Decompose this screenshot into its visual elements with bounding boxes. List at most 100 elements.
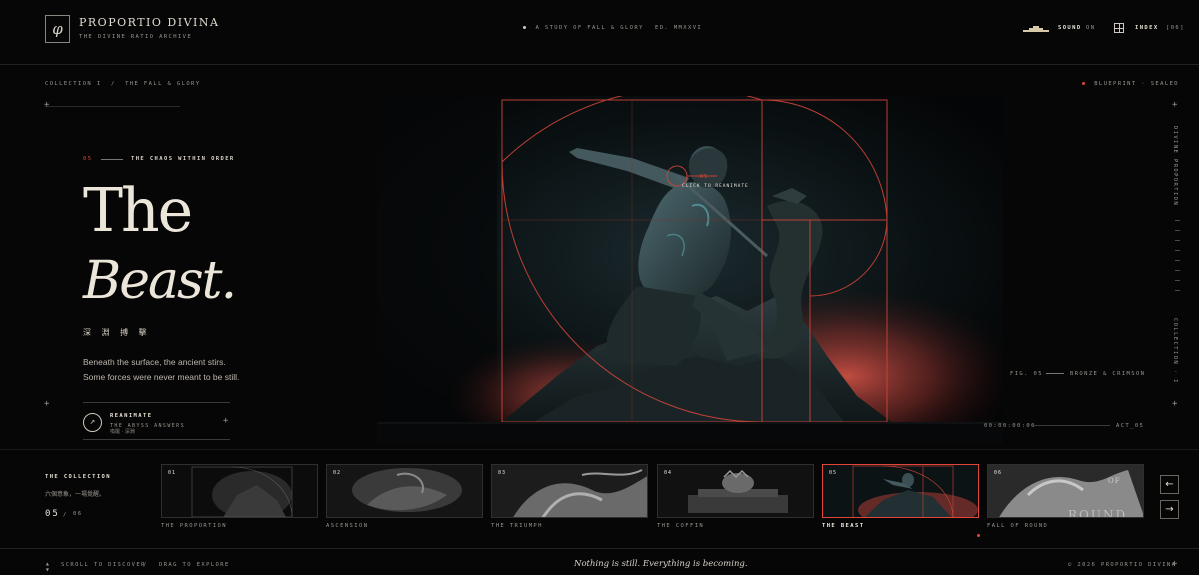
thumbnail-art: OF ROUND <box>988 465 1143 518</box>
scroll-hint: SCROLL TO DISCOVER <box>61 562 146 568</box>
collection-subtitle: 六個意象，一場覺醒。 <box>45 491 106 498</box>
footer-separator: / <box>143 562 148 568</box>
divider <box>45 106 180 107</box>
thumbnail-art <box>658 465 813 517</box>
rail-tick <box>1175 290 1180 291</box>
edition-label: ED. MMXXVI <box>655 25 703 31</box>
thumbnail-number: 01 <box>168 470 177 476</box>
plus-icon: + <box>223 416 229 426</box>
thumbnail-label[interactable]: THE TRIUMPH <box>491 523 543 529</box>
breadcrumb[interactable]: COLLECTION I / THE FALL & GLORY <box>45 81 200 87</box>
grid-icon[interactable] <box>1114 23 1124 33</box>
thumbnail-art <box>492 465 647 517</box>
description-line1: Beneath the surface, the ancient stirs. <box>83 357 226 367</box>
copyright: © 2026 PROPORTIO DIVINA <box>1068 562 1177 568</box>
plus-icon: + <box>44 100 50 110</box>
drag-hint: DRAG TO EXPLORE <box>159 562 230 568</box>
tagline: Nothing is still. Everything is becoming… <box>574 559 748 569</box>
blueprint-text: BLUEPRINT · SEALED <box>1094 81 1179 87</box>
reanimate-cjk: 喚醒 · 深淵 <box>110 429 135 435</box>
sound-wave-icon[interactable] <box>1023 25 1049 33</box>
rail-tick <box>1175 270 1180 271</box>
rail-label-bottom: COLLECTION · I <box>1172 318 1178 384</box>
study-label: A STUDY OF FALL & GLORY <box>523 25 644 31</box>
collection-separator: / <box>63 512 68 518</box>
thumbnail-3[interactable]: 03 <box>491 464 648 518</box>
annotation-cta[interactable]: CLICK TO REANIMATE <box>682 184 749 189</box>
active-marker-icon <box>977 525 980 544</box>
thumbnail-number: 06 <box>994 470 1003 476</box>
thumbnail-number: 02 <box>333 470 342 476</box>
thumbnail-number: 03 <box>498 470 507 476</box>
timecode: 00:00:00:00 <box>984 423 1036 429</box>
thumbnail-number: 05 <box>829 470 838 476</box>
thumbnail-art <box>162 465 317 517</box>
collection-total: 06 <box>73 511 83 517</box>
thumbnail-label[interactable]: THE PROPORTION <box>161 523 227 529</box>
annotation-number: 05 <box>700 174 709 180</box>
plus-icon: + <box>1172 559 1178 569</box>
act-label: ACT_05 <box>1116 423 1145 429</box>
plus-icon: + <box>44 399 50 409</box>
index-button[interactable]: INDEX <box>1135 25 1159 31</box>
collection-current: 05 <box>45 509 60 519</box>
page-title-line1: The <box>83 176 193 246</box>
divider <box>0 449 1199 450</box>
thumbnail-2[interactable]: 02 <box>326 464 483 518</box>
divider <box>101 159 123 160</box>
rail-tick <box>1175 230 1180 231</box>
arrow-icon: ↗ <box>83 413 102 432</box>
thumbnail-label-active[interactable]: THE BEAST <box>822 523 864 529</box>
rail-tick <box>1175 280 1180 281</box>
thumbnail-number: 04 <box>664 470 673 476</box>
thumbnail-5-active[interactable]: 05 <box>822 464 979 518</box>
next-button[interactable]: → <box>1160 500 1179 519</box>
thumbnail-art <box>327 465 482 517</box>
study-text: A STUDY OF FALL & GLORY <box>535 25 644 31</box>
sound-state: ON <box>1086 25 1096 31</box>
svg-text:ROUND: ROUND <box>1068 508 1127 518</box>
logo-icon[interactable]: φ <box>45 15 70 43</box>
thumbnail-6[interactable]: OF ROUND 06 <box>987 464 1144 518</box>
hero-image[interactable]: 05 CLICK TO REANIMATE <box>377 96 1003 444</box>
section-number: 05 <box>83 156 93 162</box>
brand-subtitle: THE DIVINE RATIO ARCHIVE <box>79 34 193 40</box>
plus-icon: + <box>1172 399 1178 409</box>
rail-tick <box>1175 220 1180 221</box>
figure-label: FIG. 05 <box>1010 371 1043 377</box>
rail-tick <box>1175 260 1180 261</box>
divider <box>1046 373 1064 374</box>
collection-title: THE COLLECTION <box>45 474 111 480</box>
timeline-bar <box>1032 425 1110 426</box>
thumbnail-label[interactable]: FALL OF ROUND <box>987 523 1048 529</box>
thumbnail-art <box>823 465 978 517</box>
site-footer: ▴ ▾ SCROLL TO DISCOVER / DRAG TO EXPLORE … <box>0 548 1199 575</box>
index-count: [06] <box>1166 25 1185 31</box>
thumbnail-label[interactable]: THE COFFIN <box>657 523 704 529</box>
thumbnail-4[interactable]: 04 <box>657 464 814 518</box>
rail-label-top: DIVINE PROPORTION <box>1172 126 1178 207</box>
reanimate-button[interactable]: ↗ REANIMATE THE ABYSS ANSWERS 喚醒 · 深淵 + <box>83 402 230 440</box>
logo-glyph: φ <box>52 20 63 38</box>
statue-artwork[interactable] <box>377 96 1003 444</box>
site-header: φ PROPORTIO DIVINA THE DIVINE RATIO ARCH… <box>0 0 1199 65</box>
scroll-arrows-icon: ▴ ▾ <box>45 559 50 574</box>
thumbnail-label[interactable]: ASCENSION <box>326 523 368 529</box>
section-title: THE CHAOS WITHIN ORDER <box>131 156 235 162</box>
svg-text:OF: OF <box>1108 477 1121 485</box>
bullet-icon <box>523 26 526 29</box>
description-line2: Some forces were never meant to be still… <box>83 372 240 382</box>
sound-toggle[interactable]: SOUND <box>1058 25 1082 31</box>
page-title-line2: Beast. <box>83 251 237 311</box>
cjk-subtitle: 深 淵 搏 擊 <box>83 328 151 337</box>
blueprint-status: BLUEPRINT · SEALED <box>1081 81 1179 87</box>
figure-description: BRONZE & CRIMSON <box>1070 371 1146 377</box>
thumbnail-1[interactable]: 01 <box>161 464 318 518</box>
brand-name[interactable]: PROPORTIO DIVINA <box>79 16 219 29</box>
plus-icon: + <box>1172 100 1178 110</box>
status-dot-icon <box>1081 82 1085 85</box>
prev-button[interactable]: ← <box>1160 475 1179 494</box>
reanimate-label: REANIMATE <box>110 413 153 419</box>
rail-tick <box>1175 250 1180 251</box>
rail-tick <box>1175 240 1180 241</box>
